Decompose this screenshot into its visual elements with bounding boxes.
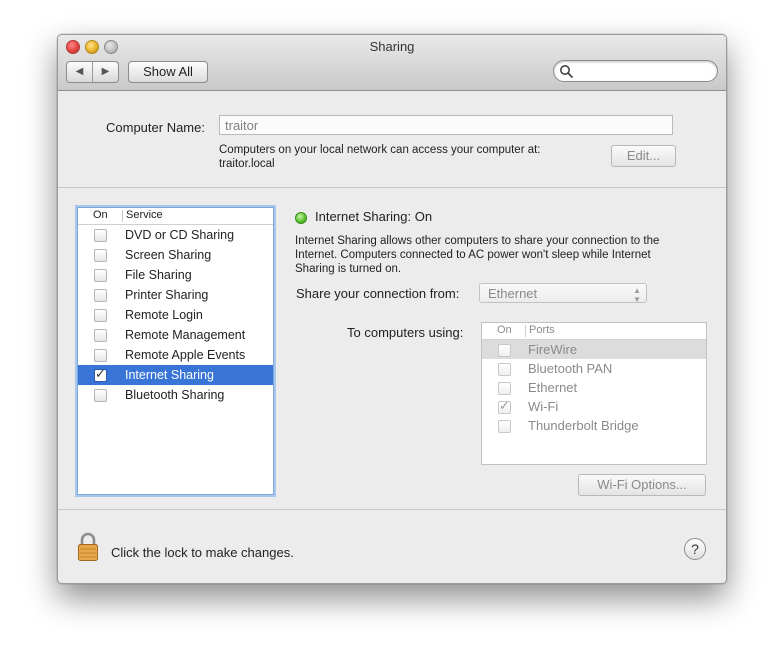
computer-name-field[interactable]: traitor [219,115,673,135]
service-label: Remote Login [125,308,203,322]
footer-divider [58,509,726,510]
service-label: File Sharing [125,268,192,282]
checkmark-icon: ✓ [95,366,106,381]
service-checkbox[interactable] [94,349,107,362]
column-header-service[interactable]: Service [126,209,163,221]
edit-button[interactable]: Edit... [611,145,676,167]
service-row[interactable]: ✓ Internet Sharing [78,365,273,385]
service-label: Remote Apple Events [125,348,246,362]
forward-button[interactable]: ▶ [93,62,118,82]
service-checkbox[interactable]: ✓ [94,366,107,382]
column-header-ports[interactable]: Ports [529,324,555,336]
service-status-title: Internet Sharing: On [315,209,433,224]
service-checkbox[interactable] [94,269,107,282]
wifi-options-button[interactable]: Wi-Fi Options... [578,474,706,496]
share-from-label: Share your connection from: [296,286,460,301]
service-description: Internet Sharing allows other computers … [295,234,695,276]
service-row[interactable]: Screen Sharing [78,245,273,265]
computer-name-description-line: Computers on your local network can acce… [219,144,541,156]
service-row[interactable]: DVD or CD Sharing [78,225,273,245]
ports-list-header: On Ports [482,323,706,340]
popup-arrows-icon: ▲ ▼ [633,286,641,304]
service-label: Screen Sharing [125,248,212,262]
port-row[interactable]: FireWire [482,340,706,359]
service-row[interactable]: Bluetooth Sharing [78,385,273,405]
service-description-line: Internet Sharing allows other computers … [295,235,660,247]
column-divider [122,210,123,222]
port-checkbox[interactable] [498,382,511,395]
ports-list: On Ports FireWire Bluetooth PAN Ethernet ✓ W… [481,322,707,465]
service-list: On Service DVD or CD Sharing Screen Shari… [77,207,274,495]
service-row[interactable]: Printer Sharing [78,285,273,305]
show-all-button[interactable]: Show All [128,61,208,83]
service-label: DVD or CD Sharing [125,228,235,242]
column-header-on[interactable]: On [93,209,108,221]
local-hostname: traitor.local [219,158,275,170]
port-label: Thunderbolt Bridge [528,418,639,433]
computer-name-section: Computer Name: traitor Computers on your… [58,91,726,188]
sharing-window: Sharing ◀ ▶ Show All Computer Name: trai… [57,34,727,584]
service-label: Internet Sharing [125,368,214,382]
column-header-on[interactable]: On [497,324,512,336]
port-row[interactable]: Bluetooth PAN [482,359,706,378]
port-checkbox[interactable] [498,344,511,357]
share-from-value: Ethernet [488,286,538,301]
service-label: Bluetooth Sharing [125,388,225,402]
service-label: Printer Sharing [125,288,209,302]
service-checkbox[interactable] [94,229,107,242]
service-row[interactable]: Remote Login [78,305,273,325]
service-row[interactable]: Remote Apple Events [78,345,273,365]
back-button[interactable]: ◀ [67,62,93,82]
service-row[interactable]: File Sharing [78,265,273,285]
service-checkbox[interactable] [94,309,107,322]
help-button[interactable]: ? [684,538,706,560]
port-checkbox[interactable] [498,420,511,433]
share-from-select[interactable]: Ethernet ▲ ▼ [479,283,647,304]
lock-message: Click the lock to make changes. [111,545,294,560]
service-checkbox[interactable] [94,249,107,262]
status-indicator-icon [295,212,307,224]
service-checkbox[interactable] [94,329,107,342]
toolbar: Sharing ◀ ▶ Show All [58,35,726,91]
search-input[interactable] [553,60,718,82]
window-title: Sharing [369,39,415,54]
port-checkbox[interactable] [498,363,511,376]
port-row[interactable]: Ethernet [482,378,706,397]
port-row[interactable]: ✓ Wi-Fi [482,397,706,416]
port-row[interactable]: Thunderbolt Bridge [482,416,706,435]
computer-name-description: Computers on your local network can acce… [219,143,579,171]
search-icon [560,65,573,78]
to-computers-label: To computers using: [347,325,464,340]
port-label: FireWire [528,342,578,357]
service-list-header: On Service [78,208,273,225]
port-label: Ethernet [528,380,578,395]
port-checkbox[interactable]: ✓ [498,398,511,414]
service-description-line: Sharing is turned on. [295,263,402,275]
checkmark-icon: ✓ [499,398,510,413]
back-forward-control: ◀ ▶ [66,61,119,83]
computer-name-label: Computer Name: [106,120,205,135]
lock-icon[interactable] [77,532,99,562]
port-label: Bluetooth PAN [528,361,613,376]
service-description-line: Internet. Computers connected to AC powe… [295,249,651,261]
port-label: Wi-Fi [528,399,559,414]
column-divider [525,325,526,337]
service-label: Remote Management [125,328,246,342]
service-checkbox[interactable] [94,389,107,402]
service-checkbox[interactable] [94,289,107,302]
service-row[interactable]: Remote Management [78,325,273,345]
